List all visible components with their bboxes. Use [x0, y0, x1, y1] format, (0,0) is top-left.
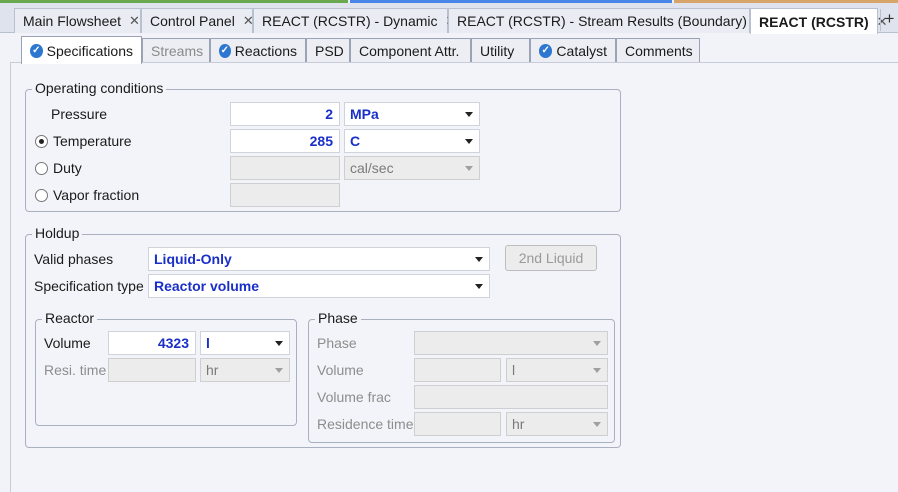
phase-label: Phase [317, 335, 357, 351]
doc-tab-label: REACT (RCSTR) [759, 13, 869, 30]
group-title: Reactor [42, 310, 98, 326]
group-title: Phase [315, 310, 361, 326]
chevron-down-icon [593, 341, 601, 346]
select-value: C [350, 133, 361, 149]
reactor-group: Reactor Volume 4323 l Resi. time hr [35, 310, 297, 426]
vapor-fraction-label: Vapor fraction [53, 187, 140, 203]
chevron-down-icon [475, 257, 483, 262]
form-tab-strip: ✓ Specifications Streams ✓ Reactions PSD… [0, 33, 898, 64]
duty-label: Duty [53, 160, 82, 176]
tab-label: PSD [315, 43, 344, 59]
tab-label: Utility [480, 43, 515, 59]
operating-conditions-group: Operating conditions Pressure 2 MPa Temp… [25, 80, 621, 212]
temperature-label: Temperature [53, 133, 132, 149]
volume-value-field[interactable]: 4323 [108, 331, 196, 355]
pressure-unit-select[interactable]: MPa [344, 102, 480, 126]
doc-tab-label: Main Flowsheet [23, 13, 122, 29]
doc-tab-control-panel[interactable]: Control Panel ✕ [141, 8, 254, 33]
select-value: l [512, 362, 516, 378]
vapor-fraction-radio[interactable] [35, 189, 48, 202]
tab-label: Catalyst [556, 43, 607, 59]
select-value: cal/sec [350, 160, 394, 176]
chevron-down-icon [465, 166, 473, 171]
tab-label: Reactions [234, 43, 297, 59]
duty-radio[interactable] [35, 162, 48, 175]
tab-label: Comments [625, 43, 693, 59]
check-icon: ✓ [539, 44, 553, 58]
tab-psd[interactable]: PSD [306, 38, 350, 63]
phase-select[interactable] [414, 331, 608, 355]
resi-time-label: Resi. time [44, 362, 107, 378]
chevron-down-icon [475, 284, 483, 289]
valid-phases-label: Valid phases [34, 251, 114, 267]
chevron-down-icon [275, 368, 283, 373]
phase-group: Phase Phase Volume l Volume frac Residen… [308, 310, 615, 443]
select-value: hr [206, 362, 219, 378]
volume-unit-select[interactable]: l [200, 331, 290, 355]
temperature-unit-select[interactable]: C [344, 129, 480, 153]
doc-tab-label: REACT (RCSTR) - Dynamic [262, 13, 438, 29]
holdup-group: Holdup Valid phases Liquid-Only 2nd Liqu… [25, 225, 621, 448]
temperature-radio[interactable] [35, 135, 48, 148]
tab-label: Component Attr. [359, 43, 460, 59]
valid-phases-select[interactable]: Liquid-Only [148, 247, 490, 271]
volume-label: Volume [44, 335, 91, 351]
tab-reactions[interactable]: ✓ Reactions [210, 38, 306, 63]
doc-tab-react-rcstr[interactable]: REACT (RCSTR) ✕ [750, 8, 888, 34]
select-value: hr [512, 416, 525, 432]
chevron-down-icon [275, 341, 283, 346]
temperature-value-field[interactable]: 285 [230, 129, 340, 153]
pressure-label: Pressure [51, 106, 108, 122]
residence-time-unit-select[interactable]: hr [506, 412, 608, 436]
volume-frac-label: Volume frac [317, 389, 391, 405]
chevron-down-icon [465, 139, 473, 144]
residence-time-field[interactable] [414, 412, 501, 436]
group-title: Holdup [32, 225, 83, 241]
doc-tab-main-flowsheet[interactable]: Main Flowsheet ✕ [14, 8, 141, 33]
tab-specifications[interactable]: ✓ Specifications [21, 36, 142, 64]
phase-volume-unit-select[interactable]: l [506, 358, 608, 382]
doc-tab-label: Control Panel [150, 13, 235, 29]
tab-comments[interactable]: Comments [616, 38, 700, 63]
chevron-down-icon [593, 422, 601, 427]
residence-time-label: Residence time [317, 416, 414, 432]
doc-tab-label: REACT (RCSTR) - Stream Results (Boundary… [457, 13, 747, 29]
select-value: l [206, 335, 210, 351]
select-value: MPa [350, 106, 379, 122]
tab-streams[interactable]: Streams [142, 38, 210, 63]
doc-tab-react-dynamic[interactable]: REACT (RCSTR) - Dynamic ✕ [253, 8, 456, 33]
close-icon[interactable]: ✕ [129, 13, 140, 29]
tab-label: Streams [151, 43, 204, 59]
duty-unit-select[interactable]: cal/sec [344, 156, 480, 180]
select-value: Liquid-Only [154, 251, 232, 267]
spec-type-select[interactable]: Reactor volume [148, 274, 490, 298]
chevron-down-icon [593, 368, 601, 373]
phase-volume-label: Volume [317, 362, 364, 378]
phase-volume-field[interactable] [414, 358, 501, 382]
check-icon: ✓ [219, 44, 231, 58]
check-icon: ✓ [30, 43, 43, 58]
doc-tab-react-stream-results[interactable]: REACT (RCSTR) - Stream Results (Boundary… [448, 8, 766, 33]
specifications-panel: Operating conditions Pressure 2 MPa Temp… [10, 62, 898, 492]
duty-value-field[interactable] [230, 156, 340, 180]
spec-type-label: Specification type [34, 278, 144, 294]
tab-utility[interactable]: Utility [471, 38, 530, 63]
resi-time-field[interactable] [108, 358, 196, 382]
select-value: Reactor volume [154, 278, 260, 294]
chevron-down-icon [465, 112, 473, 117]
document-tab-strip: Main Flowsheet ✕ Control Panel ✕ REACT (… [0, 3, 898, 34]
pressure-value-field[interactable]: 2 [230, 102, 340, 126]
vapor-fraction-field[interactable] [230, 183, 340, 207]
tab-label: Specifications [46, 42, 133, 59]
tab-component-attr[interactable]: Component Attr. [350, 38, 471, 63]
group-title: Operating conditions [32, 80, 167, 96]
tab-catalyst[interactable]: ✓ Catalyst [530, 38, 616, 63]
add-tab-icon[interactable]: + [880, 9, 898, 31]
resi-time-unit-select[interactable]: hr [200, 358, 290, 382]
volume-frac-field[interactable] [414, 385, 608, 409]
second-liquid-button[interactable]: 2nd Liquid [505, 245, 597, 271]
